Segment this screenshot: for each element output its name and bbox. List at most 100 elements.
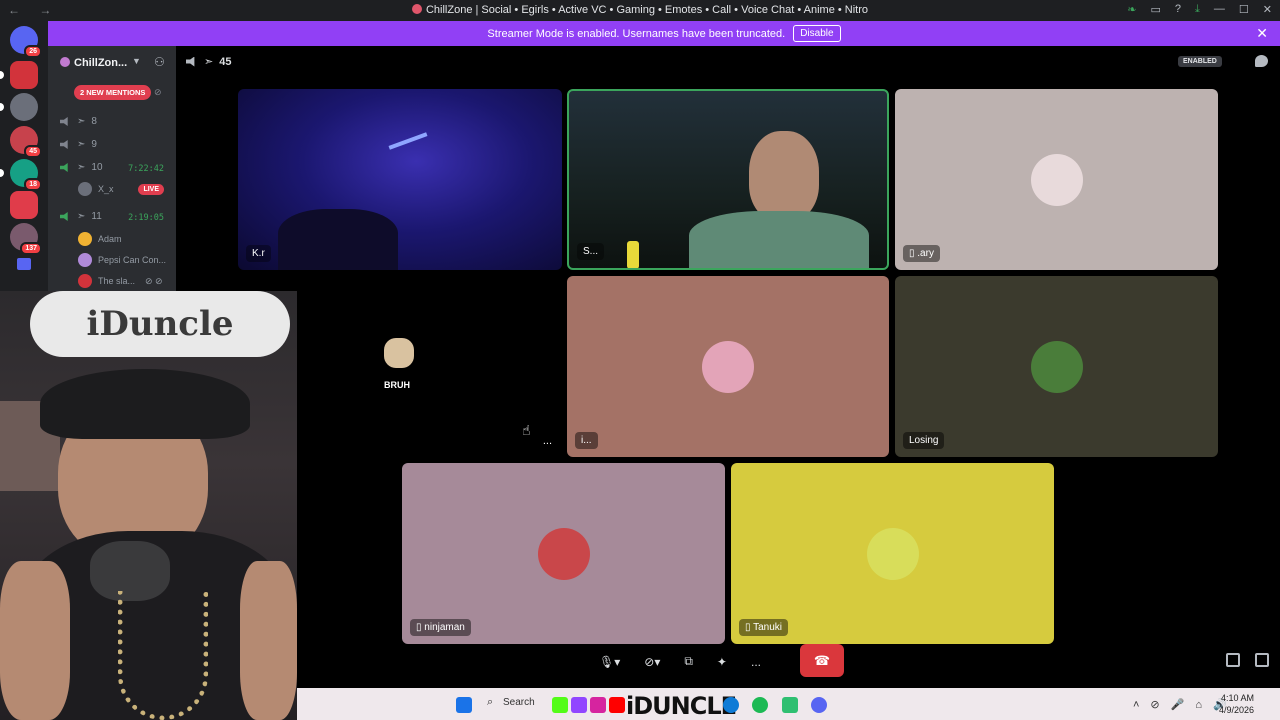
fullscreen-icon[interactable] (1255, 653, 1269, 667)
spotify-icon[interactable] (752, 697, 768, 713)
clock-date: 4/9/2026 (1218, 705, 1254, 715)
chevron-down-icon[interactable]: ▼ (132, 56, 141, 66)
twitch-icon[interactable] (571, 697, 587, 713)
mute-icon[interactable]: ⊘ (154, 87, 162, 98)
member-name: The sla... (98, 276, 136, 286)
video-stream-body (689, 211, 869, 268)
windows-start-icon[interactable] (456, 697, 472, 713)
streamer-enabled-badge[interactable]: ENABLED (1178, 56, 1222, 67)
voice-member[interactable]: X_x (78, 182, 114, 196)
server-badge: 18 (24, 178, 42, 191)
camera-off-button[interactable]: ⊘▾ (638, 648, 666, 676)
call-header: ➣ 45 (186, 55, 231, 68)
light-streak (388, 132, 428, 150)
direct-messages-icon[interactable]: 26 (10, 26, 42, 58)
more-options-button[interactable]: ... (543, 435, 552, 447)
streamer-mode-banner: Streamer Mode is enabled. Usernames have… (48, 21, 1280, 46)
participant-tile[interactable]: S... (567, 89, 889, 270)
avatar (78, 253, 92, 267)
voice-channel-8[interactable]: ➣ 8 (60, 116, 97, 127)
channel-sidebar: ChillZon... ▼ ⚇ 2 NEW MENTIONS ⊘ ➣ 8 ➣ 9 ➣… (48, 46, 176, 291)
voice-channel-10[interactable]: ➣ 10 (60, 162, 103, 173)
voice-member[interactable]: Pepsi Can Con... (78, 253, 166, 267)
sign-text: iDuncle (86, 304, 234, 344)
server-icon[interactable]: 45 (10, 126, 42, 158)
microphone-button[interactable]: 🎙▾ (593, 648, 626, 676)
clock[interactable]: 4:10 AM 4/9/2026 (1219, 692, 1254, 716)
leaf-icon[interactable]: ❧ (1127, 3, 1136, 16)
channel-timer: 2:19:05 (128, 213, 164, 223)
avatar-caption: BRUH (384, 380, 410, 390)
kick-icon[interactable] (552, 697, 568, 713)
speaker-icon (60, 163, 68, 172)
speaker-icon (60, 140, 68, 149)
maximize-icon[interactable]: ☐ (1239, 3, 1249, 16)
close-window-icon[interactable]: ✕ (1263, 3, 1272, 16)
server-icon[interactable] (10, 191, 38, 219)
participant-tile[interactable]: ▯ .ary (895, 89, 1218, 270)
participant-tile[interactable]: ▯ Tanuki (731, 463, 1054, 644)
minimize-icon[interactable]: — (1214, 3, 1225, 16)
avatar (537, 527, 590, 580)
mobile-icon: ▯ (745, 622, 754, 633)
add-member-icon[interactable]: ⚇ (154, 55, 165, 69)
download-icon[interactable]: ⤓ (1195, 3, 1200, 16)
channel-arrow-icon: ➣ (77, 162, 86, 173)
help-icon[interactable]: ? (1175, 3, 1181, 16)
channel-name: 10 (91, 162, 103, 173)
participant-tile[interactable]: ▯ ninjaman (402, 463, 725, 644)
channel-arrow-icon: ➣ (77, 116, 86, 127)
screen-icon[interactable]: ▭ (1151, 3, 1161, 16)
discord-icon[interactable] (811, 697, 827, 713)
participant-tile[interactable]: Losing (895, 276, 1218, 457)
new-mentions-pill[interactable]: 2 NEW MENTIONS (74, 85, 152, 100)
server-icon[interactable]: 18 (0, 159, 42, 191)
voice-channel-11[interactable]: ➣ 11 (60, 211, 102, 222)
member-name: Pepsi Can Con... (98, 255, 167, 265)
server-list: 26 45 18 137 (0, 21, 48, 291)
voice-member[interactable]: Adam (78, 232, 122, 246)
channel-arrow-icon: ➣ (77, 139, 86, 150)
server-icon (411, 4, 422, 14)
speaker-icon (60, 117, 68, 126)
server-name[interactable]: ChillZon... (74, 57, 127, 69)
server-icon[interactable] (0, 93, 38, 121)
streamer-arm (240, 561, 297, 720)
popout-icon[interactable] (1226, 653, 1240, 667)
channel-name: 11 (91, 211, 102, 222)
server-badge: 137 (20, 242, 42, 255)
brand-text: iDUNCLE (626, 692, 737, 720)
instagram-icon[interactable] (590, 697, 606, 713)
voice-member[interactable]: The sla... ⊘ ⊘ (78, 274, 163, 288)
chain-necklace (118, 591, 208, 720)
participant-tile[interactable]: K.r (238, 89, 562, 270)
participant-tile[interactable]: i... (567, 276, 889, 457)
server-icon[interactable] (0, 61, 38, 89)
channel-timer: 7:22:42 (128, 164, 164, 174)
participant-name: .ary (917, 248, 934, 259)
screen-share-button[interactable]: ⧉ (678, 648, 699, 676)
speaker-icon (186, 56, 195, 67)
disconnect-button[interactable]: ☎ (800, 644, 844, 677)
unread-dot (0, 169, 4, 177)
activities-button[interactable]: ✦ (711, 648, 733, 676)
titlebar-actions: ❧ ▭ ? ⤓ — ☐ ✕ (1127, 3, 1272, 16)
speaker-icon (60, 212, 68, 221)
youtube-icon[interactable] (609, 697, 625, 713)
server-icon[interactable]: 137 (10, 223, 42, 255)
app-icon[interactable] (782, 697, 798, 713)
close-banner-icon[interactable]: ✕ (1256, 25, 1268, 42)
more-button[interactable]: ... (745, 648, 767, 676)
taskbar-search[interactable]: Search (503, 697, 535, 708)
call-channel-name: 45 (219, 55, 232, 68)
avatar (1030, 153, 1083, 206)
search-icon[interactable]: ⌕ (487, 696, 493, 709)
edge-icon[interactable] (723, 697, 739, 713)
chat-icon[interactable] (1255, 55, 1268, 67)
streamer-arm (0, 561, 70, 720)
disable-streamer-button[interactable]: Disable (793, 25, 841, 42)
video-stream (749, 131, 819, 221)
voice-channel-9[interactable]: ➣ 9 (60, 139, 97, 150)
folder-icon[interactable] (17, 258, 31, 270)
channel-name: 9 (91, 139, 97, 150)
